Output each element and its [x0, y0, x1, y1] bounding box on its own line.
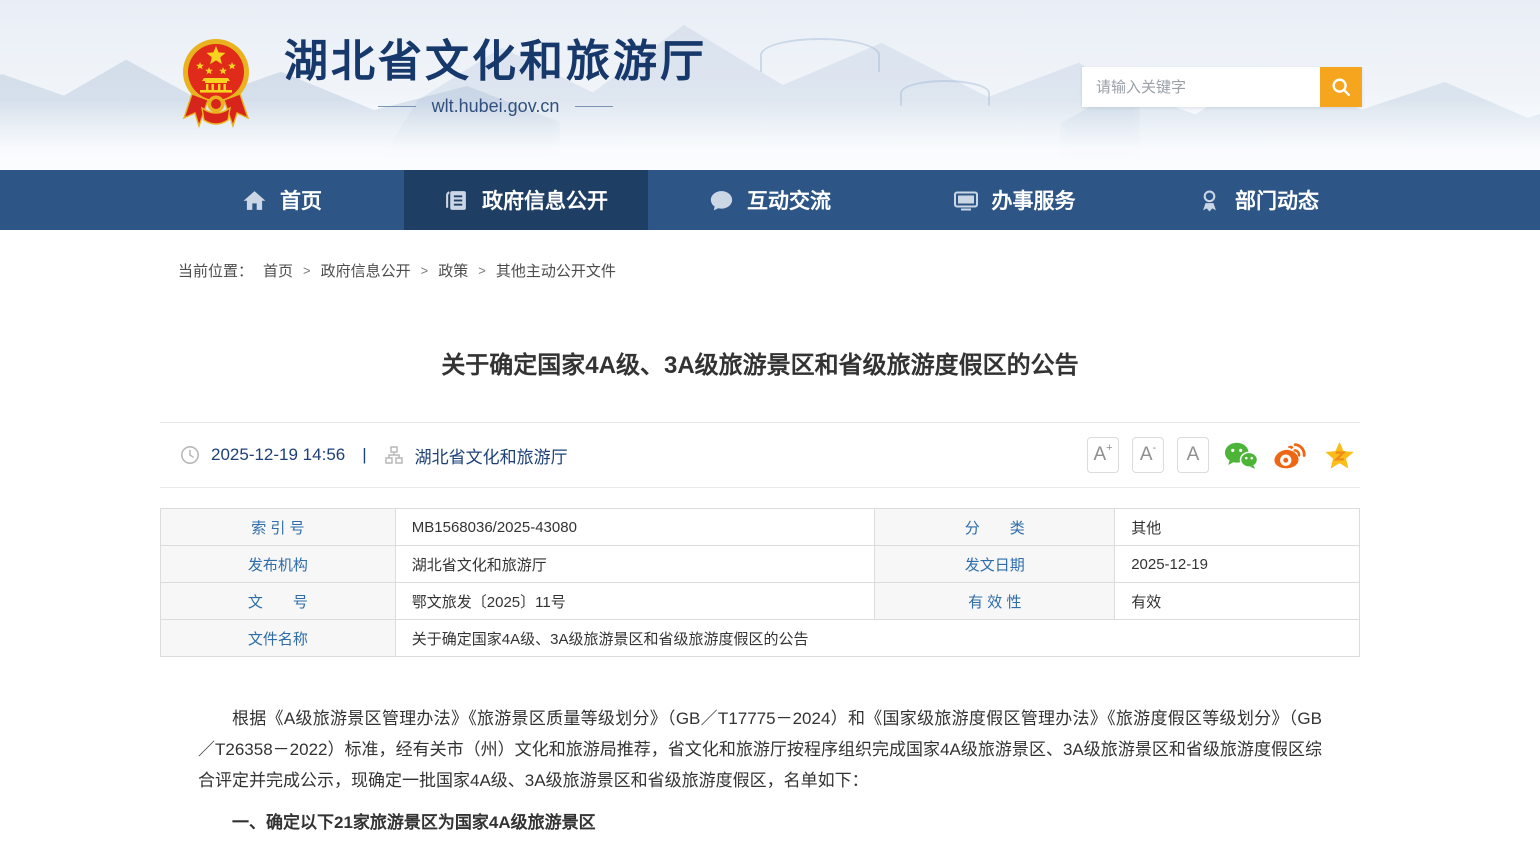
font-button-label: A: [1093, 444, 1106, 466]
article-tools: A + A - A: [1087, 437, 1360, 473]
nav-item-label: 部门动态: [1235, 185, 1319, 215]
doc-name-label: 文件名称: [161, 620, 396, 657]
search-icon: [1330, 76, 1352, 98]
home-icon: [242, 188, 267, 213]
publish-datetime: 2025-12-19 14:56: [211, 445, 345, 465]
org-chart-icon: [384, 445, 404, 465]
nav-item-interaction[interactable]: 互动交流: [648, 170, 892, 230]
category-value: 其他: [1115, 509, 1360, 546]
nav-item-home[interactable]: 首页: [160, 170, 404, 230]
site-brand: 湖北省文化和旅游厅 wlt.hubei.gov.cn: [182, 28, 707, 132]
breadcrumb-item-home[interactable]: 首页: [263, 260, 293, 281]
breadcrumb-item-policy[interactable]: 政策: [438, 260, 468, 281]
agency-label: 发布机构: [161, 546, 396, 583]
index-number-value: MB1568036/2025-43080: [395, 509, 875, 546]
category-label: 分 类: [875, 509, 1115, 546]
clock-icon: [180, 445, 200, 465]
font-button-label: A: [1187, 444, 1200, 466]
breadcrumb-separator: >: [478, 263, 486, 278]
validity-label: 有 效 性: [875, 583, 1115, 620]
page-title: 关于确定国家4A级、3A级旅游景区和省级旅游度假区的公告: [160, 345, 1360, 380]
qzone-star-icon: [1324, 440, 1355, 470]
article-main: 关于确定国家4A级、3A级旅游景区和省级旅游度假区的公告 2025-12-19 …: [160, 345, 1360, 838]
search-box: [1082, 67, 1362, 107]
breadcrumb-item-gov-info[interactable]: 政府信息公开: [321, 260, 411, 281]
nav-item-services[interactable]: 办事服务: [892, 170, 1136, 230]
section-heading-4a-list: 一、确定以下21家旅游景区为国家4A级旅游景区: [160, 807, 1360, 838]
national-emblem-logo: [182, 34, 250, 132]
site-url-row: wlt.hubei.gov.cn: [284, 96, 707, 117]
meta-divider: |: [362, 445, 366, 465]
validity-value: 有效: [1115, 583, 1360, 620]
font-button-label: A: [1140, 444, 1153, 466]
doc-name-value: 关于确定国家4A级、3A级旅游景区和省级旅游度假区的公告: [395, 620, 1359, 657]
breadcrumb-separator: >: [421, 263, 429, 278]
wechat-icon: [1224, 441, 1258, 470]
dash-decoration: [575, 106, 613, 107]
main-nav-inner: 首页 政府信息公开 互动交流: [160, 170, 1380, 230]
main-nav: 首页 政府信息公开 互动交流: [0, 170, 1540, 230]
search-button[interactable]: [1320, 67, 1362, 107]
article-meta: 2025-12-19 14:56 | 湖北省文化和旅游厅: [160, 443, 568, 468]
article-paragraph: 根据《A级旅游景区管理办法》《旅游景区质量等级划分》（GB／T17775－202…: [198, 703, 1322, 796]
speech-bubble-icon: [709, 188, 734, 213]
font-reset-button[interactable]: A: [1177, 437, 1209, 473]
article-meta-bar: 2025-12-19 14:56 | 湖北省文化和旅游厅 A + A -: [160, 422, 1360, 488]
share-weibo-button[interactable]: [1273, 440, 1307, 470]
weibo-icon: [1273, 441, 1307, 470]
site-title: 湖北省文化和旅游厅: [284, 36, 707, 88]
document-info-table: 索 引 号 MB1568036/2025-43080 分 类 其他 发布机构 湖…: [160, 508, 1360, 657]
share-wechat-button[interactable]: [1224, 440, 1258, 470]
person-badge-icon: [1197, 188, 1222, 213]
table-row: 文件名称 关于确定国家4A级、3A级旅游景区和省级旅游度假区的公告: [161, 620, 1360, 657]
font-increase-button[interactable]: A +: [1087, 437, 1119, 473]
nav-item-gov-info[interactable]: 政府信息公开: [404, 170, 648, 230]
dash-decoration: [378, 106, 416, 107]
issue-date-value: 2025-12-19: [1115, 546, 1360, 583]
document-icon: [444, 188, 469, 213]
breadcrumb-item-other-docs[interactable]: 其他主动公开文件: [496, 260, 616, 281]
nav-item-department-news[interactable]: 部门动态: [1136, 170, 1380, 230]
cloud-decoration: [760, 38, 880, 72]
issue-date-label: 发文日期: [875, 546, 1115, 583]
monitor-icon: [953, 188, 979, 213]
search-input[interactable]: [1082, 67, 1320, 107]
font-decrease-button[interactable]: A -: [1132, 437, 1164, 473]
minus-sign: -: [1153, 443, 1157, 454]
table-row: 发布机构 湖北省文化和旅游厅 发文日期 2025-12-19: [161, 546, 1360, 583]
doc-number-value: 鄂文旅发〔2025〕11号: [395, 583, 875, 620]
table-row: 文 号 鄂文旅发〔2025〕11号 有 效 性 有效: [161, 583, 1360, 620]
agency-value: 湖北省文化和旅游厅: [395, 546, 875, 583]
plus-sign: +: [1106, 443, 1112, 454]
site-header: 湖北省文化和旅游厅 wlt.hubei.gov.cn: [0, 0, 1540, 170]
nav-item-label: 政府信息公开: [482, 185, 608, 215]
publish-source: 湖北省文化和旅游厅: [415, 443, 568, 468]
table-row: 索 引 号 MB1568036/2025-43080 分 类 其他: [161, 509, 1360, 546]
breadcrumb: 当前位置： 首页 > 政府信息公开 > 政策 > 其他主动公开文件: [178, 230, 1540, 281]
site-url: wlt.hubei.gov.cn: [432, 96, 560, 117]
index-number-label: 索 引 号: [161, 509, 396, 546]
doc-number-label: 文 号: [161, 583, 396, 620]
brand-text: 湖北省文化和旅游厅 wlt.hubei.gov.cn: [284, 28, 707, 117]
nav-item-label: 办事服务: [992, 185, 1076, 215]
share-qzone-button[interactable]: [1322, 440, 1356, 470]
article-body: 根据《A级旅游景区管理办法》《旅游景区质量等级划分》（GB／T17775－202…: [160, 703, 1360, 796]
breadcrumb-separator: >: [303, 263, 311, 278]
nav-item-label: 互动交流: [747, 185, 831, 215]
breadcrumb-label: 当前位置：: [178, 260, 253, 281]
nav-item-label: 首页: [280, 185, 322, 215]
